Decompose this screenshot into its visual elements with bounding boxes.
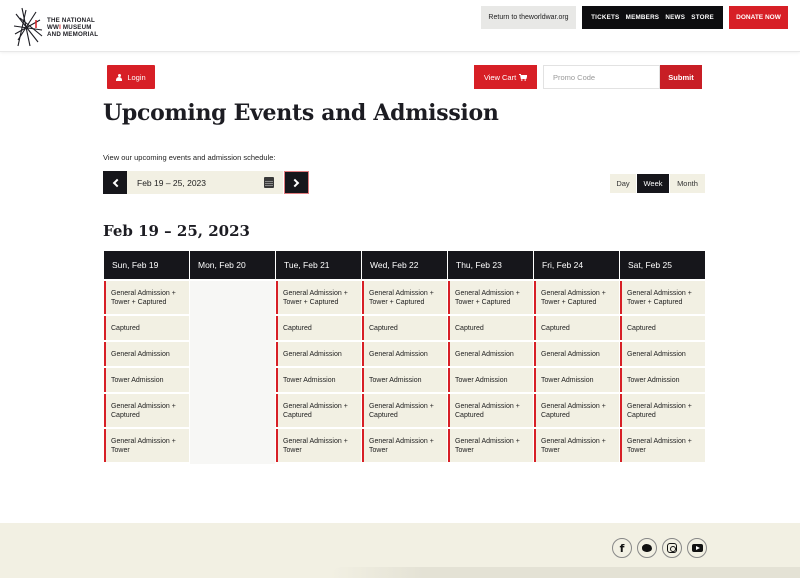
event-item[interactable]: Captured <box>104 316 189 340</box>
event-item[interactable]: Captured <box>276 316 361 340</box>
event-item[interactable]: General Admission + Tower + Captured <box>448 281 533 314</box>
event-item[interactable]: General Admission <box>276 342 361 366</box>
day-column: General Admission + Tower + Captured Capt… <box>362 281 447 464</box>
cart-icon <box>519 73 528 81</box>
day-header: Thu, Feb 23 <box>448 251 533 279</box>
view-cart-button[interactable]: View Cart <box>474 65 537 89</box>
day-header: Tue, Feb 21 <box>276 251 361 279</box>
view-week-button[interactable]: Week <box>637 174 669 193</box>
previous-week-button[interactable] <box>103 171 127 194</box>
event-item[interactable]: General Admission + Captured <box>534 394 619 427</box>
day-header: Fri, Feb 24 <box>534 251 619 279</box>
date-range-value: Feb 19 – 25, 2023 <box>137 177 207 188</box>
next-week-button[interactable] <box>284 171 309 194</box>
youtube-link[interactable] <box>687 538 707 558</box>
nav-members[interactable]: MEMBERS <box>626 14 660 21</box>
event-item[interactable]: General Admission + Tower <box>448 429 533 462</box>
event-item[interactable]: General Admission + Captured <box>620 394 705 427</box>
event-item[interactable]: Captured <box>448 316 533 340</box>
event-item[interactable]: General Admission + Captured <box>362 394 447 427</box>
logo-text: THE NATIONAL WWI MUSEUM AND MEMORIAL <box>47 16 99 38</box>
event-item[interactable]: General Admission + Captured <box>448 394 533 427</box>
nav-tickets[interactable]: TICKETS <box>591 14 619 21</box>
day-header: Sat, Feb 25 <box>620 251 705 279</box>
event-item[interactable]: General Admission + Tower <box>534 429 619 462</box>
event-item[interactable]: General Admission <box>362 342 447 366</box>
event-item[interactable]: Tower Admission <box>362 368 447 392</box>
login-label: Login <box>127 72 146 82</box>
day-header: Mon, Feb 20 <box>190 251 275 279</box>
day-column: General Admission + Tower + Captured Capt… <box>620 281 705 464</box>
twitter-link[interactable] <box>637 538 657 558</box>
instagram-icon <box>667 543 677 553</box>
view-day-button[interactable]: Day <box>610 174 636 193</box>
facebook-icon: f <box>619 541 625 555</box>
event-item[interactable]: General Admission <box>104 342 189 366</box>
view-month-button[interactable]: Month <box>670 174 705 193</box>
event-item[interactable]: General Admission + Captured <box>276 394 361 427</box>
date-range-picker[interactable]: Feb 19 – 25, 2023 <box>127 171 283 194</box>
event-item[interactable]: General Admission + Tower <box>104 429 189 462</box>
chevron-right-icon <box>290 178 300 187</box>
promo-code-input[interactable] <box>543 65 660 89</box>
day-column: General Admission + Tower + Captured Capt… <box>448 281 533 464</box>
donate-button[interactable]: DONATE NOW <box>729 6 788 29</box>
view-cart-label: View Cart <box>483 72 517 82</box>
museum-logo[interactable]: THE NATIONAL WWI MUSEUM AND MEMORIAL <box>12 6 102 48</box>
page-subtitle: View our upcoming events and admission s… <box>103 153 276 162</box>
logo-mark-icon <box>13 7 43 47</box>
event-item[interactable]: Captured <box>534 316 619 340</box>
event-item[interactable]: General Admission + Tower + Captured <box>534 281 619 314</box>
event-item[interactable]: General Admission + Tower + Captured <box>104 281 189 314</box>
login-button[interactable]: Login <box>107 65 155 89</box>
event-item[interactable]: General Admission + Tower <box>276 429 361 462</box>
event-item[interactable]: General Admission <box>534 342 619 366</box>
event-item[interactable]: Captured <box>362 316 447 340</box>
event-item[interactable]: General Admission <box>448 342 533 366</box>
day-column: General Admission + Tower + Captured Capt… <box>104 281 189 464</box>
page-title: Upcoming Events and Admission <box>103 100 499 126</box>
instagram-link[interactable] <box>662 538 682 558</box>
user-icon <box>116 73 123 81</box>
main-nav: TICKETS MEMBERS NEWS STORE <box>582 6 723 29</box>
event-item[interactable]: Tower Admission <box>620 368 705 392</box>
event-item[interactable]: General Admission + Captured <box>104 394 189 427</box>
event-item[interactable]: Tower Admission <box>448 368 533 392</box>
event-item[interactable]: General Admission + Tower <box>362 429 447 462</box>
day-column: General Admission + Tower + Captured Capt… <box>276 281 361 464</box>
nav-store[interactable]: STORE <box>691 14 714 21</box>
view-toggle: Day Week Month <box>610 174 705 193</box>
event-item[interactable]: Captured <box>620 316 705 340</box>
calendar-header: Sun, Feb 19 Mon, Feb 20 Tue, Feb 21 Wed, Fe… <box>104 251 705 279</box>
footer-shade <box>330 567 800 578</box>
day-header: Wed, Feb 22 <box>362 251 447 279</box>
event-item[interactable]: General Admission + Tower + Captured <box>362 281 447 314</box>
calendar-body: General Admission + Tower + Captured Capt… <box>104 281 705 464</box>
twitter-icon <box>642 544 652 552</box>
calendar-icon[interactable] <box>264 177 274 188</box>
return-to-site-link[interactable]: Return to theworldwar.org <box>481 6 576 29</box>
day-column <box>190 281 275 464</box>
week-calendar: Sun, Feb 19 Mon, Feb 20 Tue, Feb 21 Wed, Fe… <box>104 251 705 464</box>
event-item[interactable]: General Admission + Tower + Captured <box>276 281 361 314</box>
facebook-link[interactable]: f <box>612 538 632 558</box>
event-item[interactable]: Tower Admission <box>276 368 361 392</box>
event-item[interactable]: General Admission <box>620 342 705 366</box>
week-title: Feb 19 – 25, 2023 <box>103 222 250 240</box>
event-item[interactable]: General Admission + Tower <box>620 429 705 462</box>
event-item[interactable]: Tower Admission <box>534 368 619 392</box>
site-header: THE NATIONAL WWI MUSEUM AND MEMORIAL Ret… <box>0 0 800 52</box>
day-column: General Admission + Tower + Captured Capt… <box>534 281 619 464</box>
event-item[interactable]: General Admission + Tower + Captured <box>620 281 705 314</box>
nav-news[interactable]: NEWS <box>665 14 685 21</box>
day-header: Sun, Feb 19 <box>104 251 189 279</box>
youtube-icon <box>691 544 703 552</box>
event-item[interactable]: Tower Admission <box>104 368 189 392</box>
promo-submit-button[interactable]: Submit <box>660 65 702 89</box>
chevron-left-icon <box>112 178 121 187</box>
